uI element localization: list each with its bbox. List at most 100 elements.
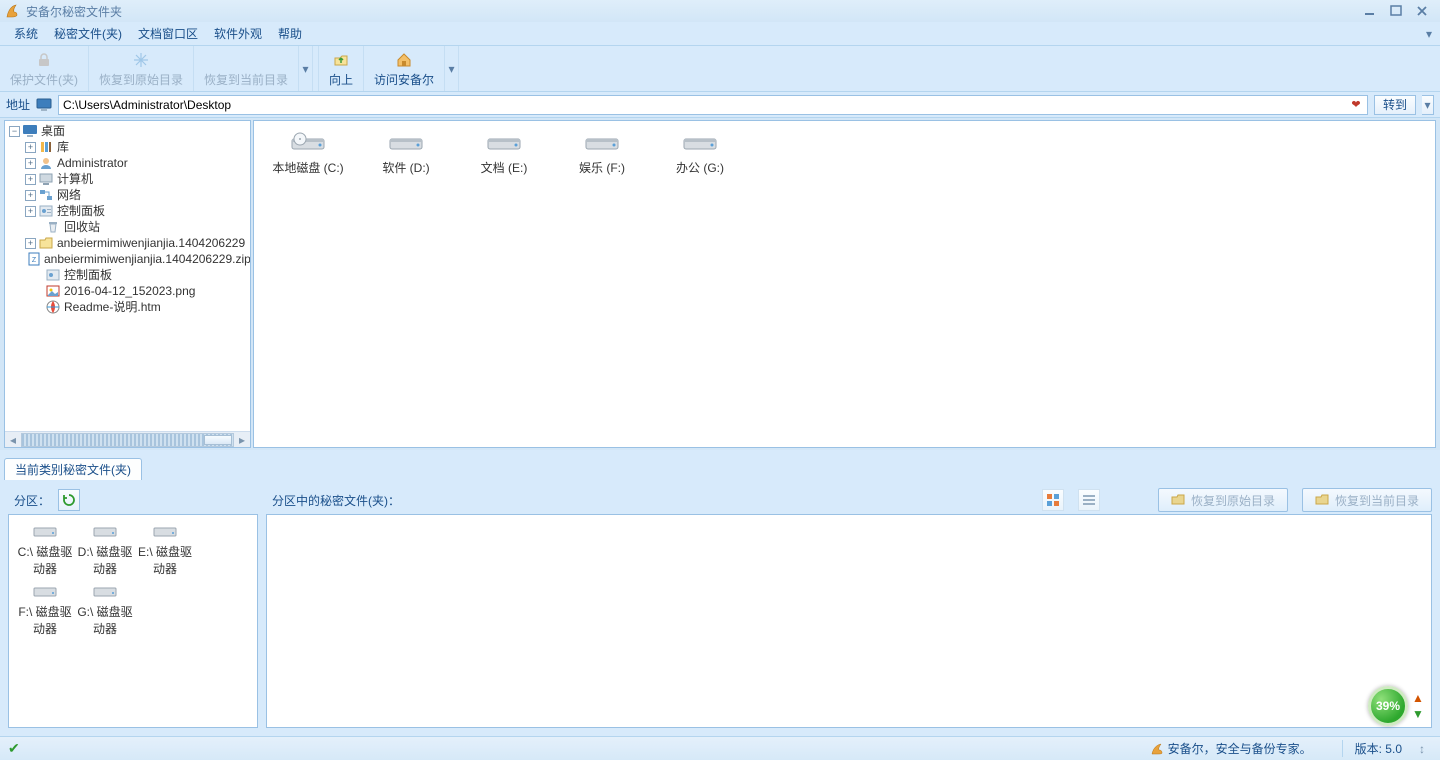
drive-icon xyxy=(682,131,718,153)
tree-node[interactable]: 回收站 xyxy=(5,219,250,235)
version-label: 版本: 5.0 xyxy=(1342,740,1402,757)
main-split: − 桌面 +库 +Administrator +计算机 +网络 +控制面板 回收… xyxy=(0,118,1440,450)
menubar: 系统 秘密文件(夹) 文档窗口区 软件外观 帮助 ▾ xyxy=(0,22,1440,46)
expand-icon[interactable]: + xyxy=(25,174,36,185)
restore-current-button-lower[interactable]: 恢复到当前目录 xyxy=(1302,488,1432,512)
scroll-thumb[interactable] xyxy=(204,435,232,445)
secret-file-list[interactable] xyxy=(266,514,1432,728)
secret-panel: 分区中的秘密文件(夹)： 恢复到原始目录 恢复到当前目录 xyxy=(266,486,1432,728)
tree-node[interactable]: +anbeiermimiwenjianjia.1404206229 xyxy=(5,235,250,251)
window-controls xyxy=(1362,4,1436,18)
refresh-button[interactable] xyxy=(58,489,80,511)
usage-badge[interactable]: 39% ▲▼ xyxy=(1368,682,1432,730)
maximize-button[interactable] xyxy=(1388,4,1404,18)
drive-item[interactable]: 本地磁盘 (C:) xyxy=(268,131,348,176)
favorite-icon[interactable]: ❤ xyxy=(1349,98,1363,111)
usage-percent: 39% xyxy=(1376,699,1400,713)
app-window: 安备尔秘密文件夹 系统 秘密文件(夹) 文档窗口区 软件外观 帮助 ▾ 保护文件… xyxy=(0,0,1440,760)
drive-icon xyxy=(33,523,57,539)
tree-node[interactable]: +Administrator xyxy=(5,155,250,171)
address-field[interactable]: ❤ xyxy=(58,95,1368,115)
drive-item[interactable]: 文档 (E:) xyxy=(464,131,544,176)
visit-button[interactable]: 访问安备尔 xyxy=(364,46,445,91)
status-slogan: 安备尔，安全与备份专家。 xyxy=(1150,740,1312,757)
app-icon xyxy=(4,3,20,19)
partition-grid[interactable]: C:\ 磁盘驱动器 D:\ 磁盘驱动器 E:\ 磁盘驱动器 F:\ 磁盘驱动器 … xyxy=(8,514,258,728)
up-folder-icon xyxy=(331,50,351,70)
tree-node[interactable]: +库 xyxy=(5,139,250,155)
file-pane[interactable]: 本地磁盘 (C:) 软件 (D:) 文档 (E:) 娱乐 (F:) 办公 (G:… xyxy=(253,120,1436,448)
svg-text:Z: Z xyxy=(32,257,37,264)
minimize-button[interactable] xyxy=(1362,4,1378,18)
drive-icon xyxy=(388,131,424,153)
partition-item[interactable]: E:\ 磁盘驱动器 xyxy=(137,523,193,577)
drive-item[interactable]: 软件 (D:) xyxy=(366,131,446,176)
partition-item[interactable]: G:\ 磁盘驱动器 xyxy=(77,583,133,637)
lower-panel: 当前类别秘密文件(夹) 分区： C:\ 磁盘驱动器 D:\ 磁盘驱动器 E:\ … xyxy=(0,458,1440,736)
expand-icon[interactable]: + xyxy=(25,238,36,249)
tree-node[interactable]: +控制面板 xyxy=(5,203,250,219)
partition-item[interactable]: C:\ 磁盘驱动器 xyxy=(17,523,73,577)
partition-item[interactable]: F:\ 磁盘驱动器 xyxy=(17,583,73,637)
menu-overflow-icon[interactable]: ▾ xyxy=(1424,27,1434,41)
folder-icon xyxy=(1315,493,1329,507)
restore-original-button-lower[interactable]: 恢复到原始目录 xyxy=(1158,488,1288,512)
window-title: 安备尔秘密文件夹 xyxy=(26,3,1362,20)
protect-button[interactable]: 保护文件(夹) xyxy=(0,46,89,91)
up-button[interactable]: 向上 xyxy=(319,46,364,91)
snowflake-icon xyxy=(131,50,151,70)
scroll-left-icon[interactable]: ◂ xyxy=(5,433,21,447)
drive-icon xyxy=(290,131,326,153)
image-icon xyxy=(45,283,61,299)
computer-icon xyxy=(38,171,54,187)
toolbar-dropdown-2[interactable]: ▾ xyxy=(445,46,459,91)
tree-node[interactable]: Readme-说明.htm xyxy=(5,299,250,315)
go-dropdown[interactable]: ▾ xyxy=(1422,95,1434,115)
scroll-track[interactable] xyxy=(21,433,234,447)
tree-wrapper: − 桌面 +库 +Administrator +计算机 +网络 +控制面板 回收… xyxy=(4,120,251,448)
tree-root[interactable]: − 桌面 xyxy=(5,123,250,139)
home-icon xyxy=(394,50,414,70)
zip-icon: Z xyxy=(27,251,41,267)
collapse-icon[interactable]: − xyxy=(9,126,20,137)
drive-item[interactable]: 办公 (G:) xyxy=(660,131,740,176)
drive-icon xyxy=(153,523,177,539)
drive-item[interactable]: 娱乐 (F:) xyxy=(562,131,642,176)
close-button[interactable] xyxy=(1414,4,1430,18)
menu-secret[interactable]: 秘密文件(夹) xyxy=(46,23,130,44)
tree-node[interactable]: 控制面板 xyxy=(5,267,250,283)
folder-tree[interactable]: − 桌面 +库 +Administrator +计算机 +网络 +控制面板 回收… xyxy=(5,121,250,431)
address-label: 地址 xyxy=(6,96,30,113)
tree-node[interactable]: 2016-04-12_152023.png xyxy=(5,283,250,299)
partition-item[interactable]: D:\ 磁盘驱动器 xyxy=(77,523,133,577)
partition-label: 分区： xyxy=(14,492,50,509)
menu-help[interactable]: 帮助 xyxy=(270,23,310,44)
tree-node[interactable]: +计算机 xyxy=(5,171,250,187)
expand-icon[interactable]: + xyxy=(25,142,36,153)
splitter[interactable] xyxy=(0,450,1440,458)
statusbar: ✔ 安备尔，安全与备份专家。 版本: 5.0 ↕ xyxy=(0,736,1440,760)
control-panel-icon xyxy=(38,203,54,219)
menu-skin[interactable]: 软件外观 xyxy=(206,23,270,44)
tree-node[interactable]: Zanbeiermimiwenjianjia.1404206229.zip xyxy=(5,251,250,267)
restore-original-button[interactable]: 恢复到原始目录 xyxy=(89,46,194,91)
restore-current-button[interactable]: 恢复到当前目录 xyxy=(194,46,299,91)
user-icon xyxy=(38,155,54,171)
menu-docarea[interactable]: 文档窗口区 xyxy=(130,23,206,44)
menu-system[interactable]: 系统 xyxy=(6,23,46,44)
address-bar: 地址 ❤ 转到 ▾ xyxy=(0,92,1440,118)
scroll-right-icon[interactable]: ▸ xyxy=(234,433,250,447)
go-button[interactable]: 转到 xyxy=(1374,95,1416,115)
view-icons-button[interactable] xyxy=(1042,489,1064,511)
status-scroll-icon[interactable]: ↕ xyxy=(1412,742,1432,756)
toolbar-dropdown-1[interactable]: ▾ xyxy=(299,46,313,91)
recycle-bin-icon xyxy=(45,219,61,235)
view-list-button[interactable] xyxy=(1078,489,1100,511)
expand-icon[interactable]: + xyxy=(25,190,36,201)
tab-current-secret[interactable]: 当前类别秘密文件(夹) xyxy=(4,458,142,480)
expand-icon[interactable]: + xyxy=(25,206,36,217)
tree-node[interactable]: +网络 xyxy=(5,187,250,203)
expand-icon[interactable]: + xyxy=(25,158,36,169)
address-input[interactable] xyxy=(63,98,1349,112)
tree-hscrollbar[interactable]: ◂ ▸ xyxy=(5,431,250,447)
